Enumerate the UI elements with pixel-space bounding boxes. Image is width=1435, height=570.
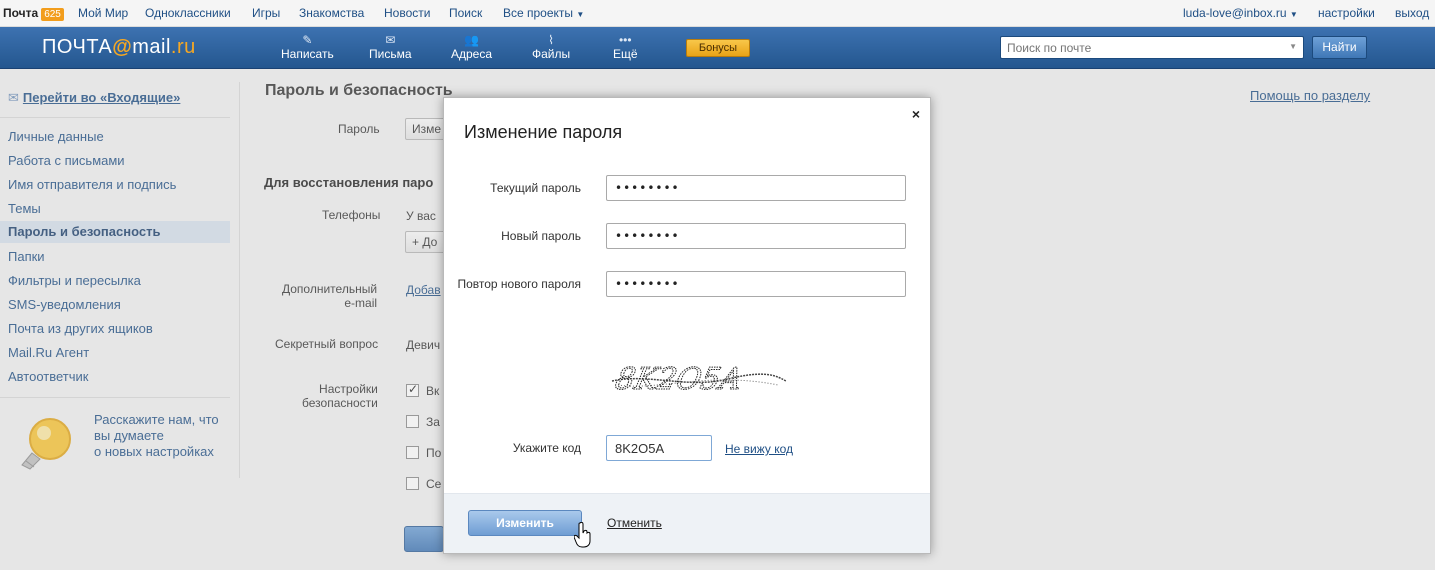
captcha-image: 8K2O5A [612, 362, 787, 397]
portal-link-games[interactable]: Игры [252, 6, 280, 20]
new-password-label: Новый пароль [501, 229, 581, 243]
cancel-link[interactable]: Отменить [607, 516, 662, 530]
hand-cursor-icon [574, 522, 591, 548]
code-label: Укажите код [512, 441, 581, 455]
captcha-text: 8K2O5A [612, 362, 745, 397]
refresh-captcha-link[interactable]: Не вижу код [725, 442, 793, 456]
portal-link-search[interactable]: Поиск [449, 6, 482, 20]
logout-link[interactable]: выход [1395, 6, 1429, 20]
dialog-title: Изменение пароля [464, 122, 623, 142]
contacts-icon: 👥 [464, 33, 479, 47]
user-email-menu[interactable]: luda-love@inbox.ru ▼ [1183, 6, 1298, 20]
submit-change-button[interactable]: Изменить [468, 510, 582, 536]
current-password-field[interactable] [606, 175, 906, 201]
repeat-password-field[interactable] [606, 271, 906, 297]
letters-button[interactable]: ✉ Письма [369, 33, 412, 61]
portal-link-news[interactable]: Новости [384, 6, 430, 20]
portal-link-all-projects[interactable]: Все проекты ▼ [503, 6, 584, 20]
more-button[interactable]: ••• Ещё [613, 33, 638, 61]
envelope-icon: ✉ [385, 33, 396, 47]
mail-header: ПОЧТА@mail.ru ✎ Написать ✉ Письма 👥 Адре… [0, 27, 1435, 69]
change-password-dialog: × Изменение пароля Текущий пароль Новый … [443, 97, 931, 554]
repeat-password-label: Повтор нового пароля [457, 277, 581, 291]
find-button[interactable]: Найти [1312, 36, 1367, 59]
dialog-footer: Изменить Отменить [444, 493, 930, 553]
portal-link-moy-mir[interactable]: Мой Мир [78, 6, 128, 20]
paperclip-icon: ⌇ [548, 33, 554, 47]
compose-button[interactable]: ✎ Написать [281, 33, 334, 61]
portal-link-odnoklassniki[interactable]: Одноклассники [145, 6, 231, 20]
portal-mail-link[interactable]: Почта 625 [3, 6, 64, 21]
files-button[interactable]: ⌇ Файлы [532, 33, 570, 61]
portal-bar: Почта 625 Мой Мир Одноклассники Игры Знак… [0, 0, 1435, 27]
captcha-code-field[interactable] [606, 435, 712, 461]
portal-link-dating[interactable]: Знакомства [299, 6, 364, 20]
pencil-icon: ✎ [302, 33, 313, 47]
chevron-down-icon: ▼ [576, 10, 585, 19]
more-dots-icon: ••• [618, 33, 632, 47]
chevron-down-icon: ▼ [1289, 10, 1298, 19]
bonus-button[interactable]: Бонусы [686, 39, 750, 57]
settings-link[interactable]: настройки [1318, 6, 1375, 20]
close-icon[interactable]: × [912, 106, 920, 122]
search-input[interactable] [1001, 37, 1281, 58]
chevron-down-icon[interactable]: ▼ [1289, 42, 1297, 51]
contacts-button[interactable]: 👥 Адреса [451, 33, 492, 61]
mail-search[interactable]: ▼ [1000, 36, 1304, 59]
mail-ru-logo[interactable]: ПОЧТА@mail.ru [42, 36, 196, 59]
unread-count-badge: 625 [41, 8, 64, 21]
current-password-label: Текущий пароль [490, 181, 581, 195]
new-password-field[interactable] [606, 223, 906, 249]
